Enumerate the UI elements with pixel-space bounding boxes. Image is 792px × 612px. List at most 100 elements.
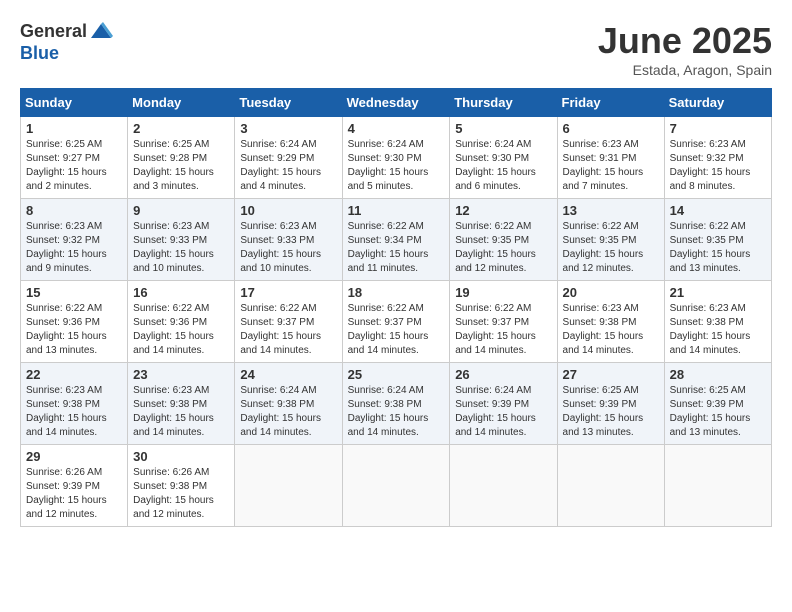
page-header: General Blue June 2025 Estada, Aragon, S… (20, 20, 772, 78)
calendar-cell: 15 Sunrise: 6:22 AMSunset: 9:36 PMDayligh… (21, 281, 128, 363)
calendar-cell (664, 445, 771, 527)
day-info: Sunrise: 6:25 AMSunset: 9:27 PMDaylight:… (26, 138, 122, 194)
calendar-cell: 27 Sunrise: 6:25 AMSunset: 9:39 PMDayligh… (557, 363, 664, 445)
calendar-week-row: 1Sunrise: 6:25 AMSunset: 9:27 PMDaylight… (21, 117, 772, 199)
title-block: June 2025 Estada, Aragon, Spain (598, 20, 772, 78)
calendar-week-row: 15 Sunrise: 6:22 AMSunset: 9:36 PMDayligh… (21, 281, 772, 363)
day-number: 19 (455, 285, 551, 300)
calendar-cell: 6 Sunrise: 6:23 AMSunset: 9:31 PMDaylight… (557, 117, 664, 199)
calendar-cell (557, 445, 664, 527)
day-number: 18 (348, 285, 445, 300)
calendar-cell (235, 445, 342, 527)
calendar-cell: 16Sunrise: 6:22 AMSunset: 9:36 PMDayligh… (128, 281, 235, 363)
calendar-cell: 14Sunrise: 6:22 AMSunset: 9:35 PMDayligh… (664, 199, 771, 281)
day-info: Sunrise: 6:24 AMSunset: 9:30 PMDaylight:… (455, 138, 551, 194)
day-info: Sunrise: 6:25 AMSunset: 9:39 PMDaylight:… (563, 384, 659, 440)
day-info: Sunrise: 6:24 AMSunset: 9:38 PMDaylight:… (240, 384, 336, 440)
calendar-header-friday: Friday (557, 89, 664, 117)
calendar-cell: 11 Sunrise: 6:22 AMSunset: 9:34 PMDayligh… (342, 199, 450, 281)
day-info: Sunrise: 6:23 AMSunset: 9:32 PMDaylight:… (26, 220, 122, 276)
day-info: Sunrise: 6:23 AMSunset: 9:33 PMDaylight:… (133, 220, 229, 276)
day-info: Sunrise: 6:22 AMSunset: 9:37 PMDaylight:… (348, 302, 445, 358)
day-info: Sunrise: 6:22 AMSunset: 9:37 PMDaylight:… (240, 302, 336, 358)
day-info: Sunrise: 6:23 AMSunset: 9:33 PMDaylight:… (240, 220, 336, 276)
calendar-cell: 18 Sunrise: 6:22 AMSunset: 9:37 PMDayligh… (342, 281, 450, 363)
calendar-cell: 29 Sunrise: 6:26 AMSunset: 9:39 PMDayligh… (21, 445, 128, 527)
day-number: 26 (455, 367, 551, 382)
day-number: 9 (133, 203, 229, 218)
day-number: 25 (348, 367, 445, 382)
day-info: Sunrise: 6:26 AMSunset: 9:38 PMDaylight:… (133, 466, 229, 522)
calendar-cell: 20 Sunrise: 6:23 AMSunset: 9:38 PMDayligh… (557, 281, 664, 363)
day-number: 27 (563, 367, 659, 382)
day-info: Sunrise: 6:22 AMSunset: 9:37 PMDaylight:… (455, 302, 551, 358)
day-number: 21 (670, 285, 766, 300)
day-number: 2 (133, 121, 229, 136)
day-number: 22 (26, 367, 122, 382)
day-info: Sunrise: 6:23 AMSunset: 9:38 PMDaylight:… (563, 302, 659, 358)
day-number: 23 (133, 367, 229, 382)
calendar-week-row: 29 Sunrise: 6:26 AMSunset: 9:39 PMDayligh… (21, 445, 772, 527)
calendar-cell: 3Sunrise: 6:24 AMSunset: 9:29 PMDaylight… (235, 117, 342, 199)
month-title: June 2025 (598, 20, 772, 62)
calendar-cell: 19 Sunrise: 6:22 AMSunset: 9:37 PMDayligh… (450, 281, 557, 363)
calendar-cell: 22 Sunrise: 6:23 AMSunset: 9:38 PMDayligh… (21, 363, 128, 445)
day-number: 24 (240, 367, 336, 382)
calendar-cell: 8 Sunrise: 6:23 AMSunset: 9:32 PMDaylight… (21, 199, 128, 281)
day-number: 13 (563, 203, 659, 218)
day-number: 12 (455, 203, 551, 218)
calendar-cell: 4Sunrise: 6:24 AMSunset: 9:30 PMDaylight… (342, 117, 450, 199)
calendar-cell (342, 445, 450, 527)
calendar-header-monday: Monday (128, 89, 235, 117)
calendar-cell: 5 Sunrise: 6:24 AMSunset: 9:30 PMDaylight… (450, 117, 557, 199)
calendar-cell: 9 Sunrise: 6:23 AMSunset: 9:33 PMDaylight… (128, 199, 235, 281)
day-info: Sunrise: 6:22 AMSunset: 9:34 PMDaylight:… (348, 220, 445, 276)
calendar-cell (450, 445, 557, 527)
day-info: Sunrise: 6:26 AMSunset: 9:39 PMDaylight:… (26, 466, 122, 522)
calendar-cell: 10Sunrise: 6:23 AMSunset: 9:33 PMDayligh… (235, 199, 342, 281)
calendar-cell: 23Sunrise: 6:23 AMSunset: 9:38 PMDayligh… (128, 363, 235, 445)
day-info: Sunrise: 6:22 AMSunset: 9:36 PMDaylight:… (133, 302, 229, 358)
day-info: Sunrise: 6:23 AMSunset: 9:38 PMDaylight:… (26, 384, 122, 440)
calendar-cell: 17 Sunrise: 6:22 AMSunset: 9:37 PMDayligh… (235, 281, 342, 363)
calendar-header-wednesday: Wednesday (342, 89, 450, 117)
day-info: Sunrise: 6:24 AMSunset: 9:39 PMDaylight:… (455, 384, 551, 440)
day-info: Sunrise: 6:24 AMSunset: 9:38 PMDaylight:… (348, 384, 445, 440)
calendar-cell: 12Sunrise: 6:22 AMSunset: 9:35 PMDayligh… (450, 199, 557, 281)
day-info: Sunrise: 6:22 AMSunset: 9:35 PMDaylight:… (563, 220, 659, 276)
day-info: Sunrise: 6:25 AMSunset: 9:28 PMDaylight:… (133, 138, 229, 194)
day-number: 7 (670, 121, 766, 136)
logo: General Blue (20, 20, 113, 64)
calendar-cell: 13 Sunrise: 6:22 AMSunset: 9:35 PMDayligh… (557, 199, 664, 281)
day-info: Sunrise: 6:23 AMSunset: 9:31 PMDaylight:… (563, 138, 659, 194)
calendar-table: SundayMondayTuesdayWednesdayThursdayFrid… (20, 88, 772, 527)
day-number: 29 (26, 449, 122, 464)
calendar-cell: 26 Sunrise: 6:24 AMSunset: 9:39 PMDayligh… (450, 363, 557, 445)
logo-general-text: General (20, 22, 87, 42)
calendar-cell: 21Sunrise: 6:23 AMSunset: 9:38 PMDayligh… (664, 281, 771, 363)
calendar-week-row: 8 Sunrise: 6:23 AMSunset: 9:32 PMDaylight… (21, 199, 772, 281)
day-number: 8 (26, 203, 122, 218)
day-number: 15 (26, 285, 122, 300)
day-info: Sunrise: 6:22 AMSunset: 9:35 PMDaylight:… (670, 220, 766, 276)
location: Estada, Aragon, Spain (598, 62, 772, 78)
logo-icon (89, 20, 113, 44)
calendar-cell: 28Sunrise: 6:25 AMSunset: 9:39 PMDayligh… (664, 363, 771, 445)
day-number: 30 (133, 449, 229, 464)
calendar-header-sunday: Sunday (21, 89, 128, 117)
logo-blue-text: Blue (20, 44, 113, 64)
day-info: Sunrise: 6:24 AMSunset: 9:29 PMDaylight:… (240, 138, 336, 194)
day-number: 11 (348, 203, 445, 218)
day-number: 6 (563, 121, 659, 136)
day-info: Sunrise: 6:25 AMSunset: 9:39 PMDaylight:… (670, 384, 766, 440)
calendar-cell: 1Sunrise: 6:25 AMSunset: 9:27 PMDaylight… (21, 117, 128, 199)
day-info: Sunrise: 6:24 AMSunset: 9:30 PMDaylight:… (348, 138, 445, 194)
calendar-cell: 2 Sunrise: 6:25 AMSunset: 9:28 PMDaylight… (128, 117, 235, 199)
day-number: 5 (455, 121, 551, 136)
day-info: Sunrise: 6:22 AMSunset: 9:36 PMDaylight:… (26, 302, 122, 358)
day-number: 20 (563, 285, 659, 300)
calendar-header-tuesday: Tuesday (235, 89, 342, 117)
calendar-header-row: SundayMondayTuesdayWednesdayThursdayFrid… (21, 89, 772, 117)
day-number: 17 (240, 285, 336, 300)
calendar-cell: 30 Sunrise: 6:26 AMSunset: 9:38 PMDayligh… (128, 445, 235, 527)
